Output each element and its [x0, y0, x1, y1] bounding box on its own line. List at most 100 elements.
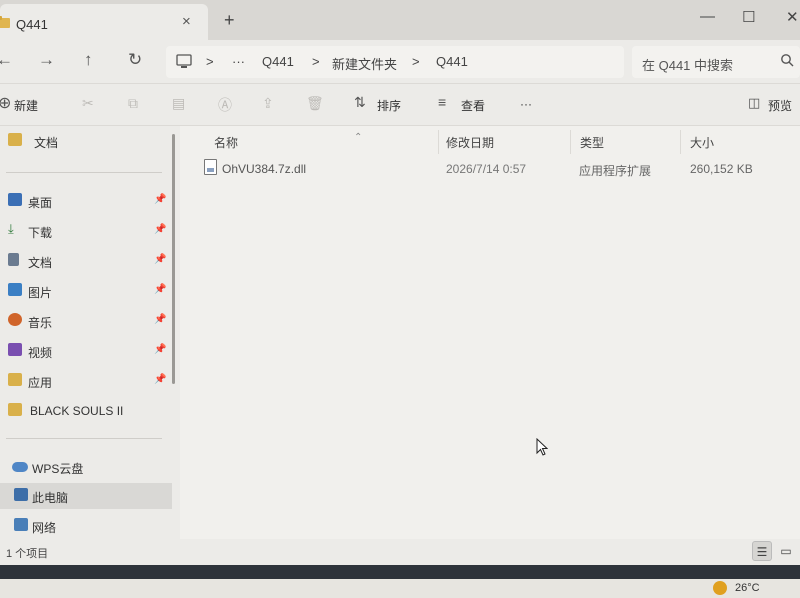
sidebar-item-label: 音乐: [28, 316, 53, 330]
paste-icon[interactable]: ▤: [172, 95, 185, 112]
delete-icon[interactable]: 🗑: [306, 95, 324, 112]
pin-icon[interactable]: 📌: [154, 224, 166, 235]
weather-icon[interactable]: [713, 581, 727, 595]
pin-icon[interactable]: 📌: [154, 284, 166, 295]
pc-icon: [14, 488, 28, 501]
tab-close-button[interactable]: ×: [182, 13, 191, 30]
sidebar-item-desktop[interactable]: 桌面 📌: [0, 188, 172, 214]
sidebar-item-label: 文档: [34, 136, 59, 150]
address-chevron-icon: >: [312, 54, 320, 69]
sidebar-item-black-souls[interactable]: BLACK SOULS II: [0, 398, 172, 424]
sidebar-item-pictures[interactable]: 图片 📌: [0, 278, 172, 304]
pin-icon[interactable]: 📌: [154, 254, 166, 265]
sidebar-item-wps-cloud[interactable]: WPS云盘: [0, 454, 172, 480]
address-bar[interactable]: > ··· Q441 > 新建文件夹 > Q441: [166, 46, 624, 78]
sidebar-item-documents-top[interactable]: 文档: [0, 128, 172, 154]
title-bar: Q441 × + — ☐ ✕: [0, 0, 800, 40]
pin-icon[interactable]: 📌: [154, 374, 166, 385]
sidebar-item-label: 网络: [32, 521, 57, 535]
sort-button[interactable]: 排序: [377, 97, 401, 114]
forward-button[interactable]: →: [38, 50, 55, 70]
navigation-bar: ← → ↑ ↻ > ··· Q441 > 新建文件夹 > Q441 在 Q441…: [0, 40, 800, 84]
column-header-type[interactable]: 类型: [580, 134, 604, 151]
sidebar-item-downloads[interactable]: ⤓ 下载 📌: [0, 218, 172, 244]
video-icon: [8, 343, 22, 356]
copy-icon[interactable]: ⧉: [128, 95, 138, 112]
breadcrumb-q441-current[interactable]: Q441: [436, 54, 468, 69]
taskbar: 26°C: [0, 565, 800, 598]
pin-icon[interactable]: 📌: [154, 194, 166, 205]
cloud-icon: [12, 462, 28, 472]
table-row[interactable]: OhVU384.7z.dll 2026/7/14 0:57 应用程序扩展 260…: [200, 156, 760, 180]
details-view-icon[interactable]: ☰: [752, 541, 772, 561]
tab-q441[interactable]: Q441 ×: [0, 4, 208, 40]
refresh-button[interactable]: ↻: [128, 50, 142, 70]
sidebar-item-label: 图片: [28, 286, 53, 300]
folder-icon: [8, 403, 22, 416]
pin-icon[interactable]: 📌: [154, 314, 166, 325]
desktop-icon: [8, 193, 22, 206]
new-plus-icon: ⊕: [0, 95, 12, 112]
column-header-modified[interactable]: 修改日期: [446, 134, 494, 151]
view-button[interactable]: 查看: [461, 97, 485, 114]
sidebar-item-network[interactable]: 网络: [0, 513, 172, 539]
column-header-name[interactable]: 名称 ⌃: [214, 132, 362, 151]
column-header-size[interactable]: 大小: [690, 134, 714, 151]
new-button[interactable]: 新建: [14, 97, 38, 114]
sidebar-item-label: 视频: [28, 346, 53, 360]
status-bar: 1 个项目 ☰ ▭: [0, 539, 800, 565]
sidebar-item-apps[interactable]: 应用 📌: [0, 368, 172, 394]
item-count: 1 个项目: [6, 548, 49, 560]
address-more-button[interactable]: ···: [232, 54, 245, 69]
sidebar-divider: [6, 438, 162, 439]
folder-icon: [8, 373, 22, 386]
breadcrumb-q441-parent[interactable]: Q441: [262, 54, 294, 69]
dll-file-icon: [204, 159, 217, 175]
minimize-button[interactable]: —: [700, 8, 715, 25]
sidebar-item-videos[interactable]: 视频 📌: [0, 338, 172, 364]
folder-icon: [0, 16, 10, 28]
file-name: OhVU384.7z.dll: [222, 162, 307, 176]
mouse-cursor-icon: [536, 438, 548, 456]
sidebar-item-this-pc[interactable]: 此电脑: [0, 483, 172, 509]
sort-icon: ⇅: [354, 94, 366, 110]
search-input[interactable]: 在 Q441 中搜索: [642, 55, 733, 74]
rename-icon[interactable]: Ⓐ: [218, 95, 232, 115]
pictures-icon: [8, 283, 22, 296]
tray-temperature[interactable]: 26°C: [735, 582, 760, 594]
tiles-view-icon[interactable]: ▭: [776, 541, 796, 561]
search-box[interactable]: 在 Q441 中搜索: [632, 46, 800, 78]
sort-caret-icon: ⌃: [354, 132, 363, 143]
more-options-button[interactable]: ···: [520, 97, 532, 111]
document-icon: [8, 253, 19, 266]
breadcrumb-new-folder[interactable]: 新建文件夹: [332, 54, 397, 73]
cut-icon[interactable]: ✂: [82, 95, 94, 112]
up-button[interactable]: ↑: [84, 50, 93, 70]
preview-button[interactable]: 预览: [768, 97, 792, 114]
back-button[interactable]: ←: [0, 50, 13, 70]
sidebar-item-music[interactable]: 音乐 📌: [0, 308, 172, 334]
sidebar-item-label: WPS云盘: [32, 462, 84, 476]
search-icon: [781, 54, 794, 67]
download-icon: ⤓: [8, 221, 14, 236]
file-list: 名称 ⌃ 修改日期 类型 大小 OhVU384.7z.dll 2026/7/14…: [180, 126, 800, 539]
sidebar-item-documents[interactable]: 文档 📌: [0, 248, 172, 274]
address-chevron-icon: >: [206, 54, 214, 69]
maximize-button[interactable]: ☐: [742, 8, 755, 26]
navigation-pane: 文档 桌面 📌 ⤓ 下载 📌 文档 📌 图片 📌 音乐 📌 视频 📌 应用 📌 …: [0, 126, 178, 539]
column-separator[interactable]: [438, 130, 439, 154]
folder-icon: [8, 133, 22, 146]
share-icon[interactable]: ⇪: [262, 95, 274, 112]
column-separator[interactable]: [680, 130, 681, 154]
column-separator[interactable]: [570, 130, 571, 154]
file-type: 应用程序扩展: [579, 164, 652, 178]
sidebar-scrollbar[interactable]: [172, 134, 175, 384]
sidebar-item-label: 文档: [28, 256, 53, 270]
sidebar-item-label: 下载: [28, 226, 53, 240]
new-tab-button[interactable]: +: [224, 10, 235, 31]
file-explorer-window: Q441 × + — ☐ ✕ ← → ↑ ↻ > ··· Q441 > 新建文件…: [0, 0, 800, 565]
close-window-button[interactable]: ✕: [786, 8, 799, 26]
pin-icon[interactable]: 📌: [154, 344, 166, 355]
preview-pane-icon: ◫: [748, 95, 761, 110]
file-size: 260,152 KB: [690, 162, 753, 176]
